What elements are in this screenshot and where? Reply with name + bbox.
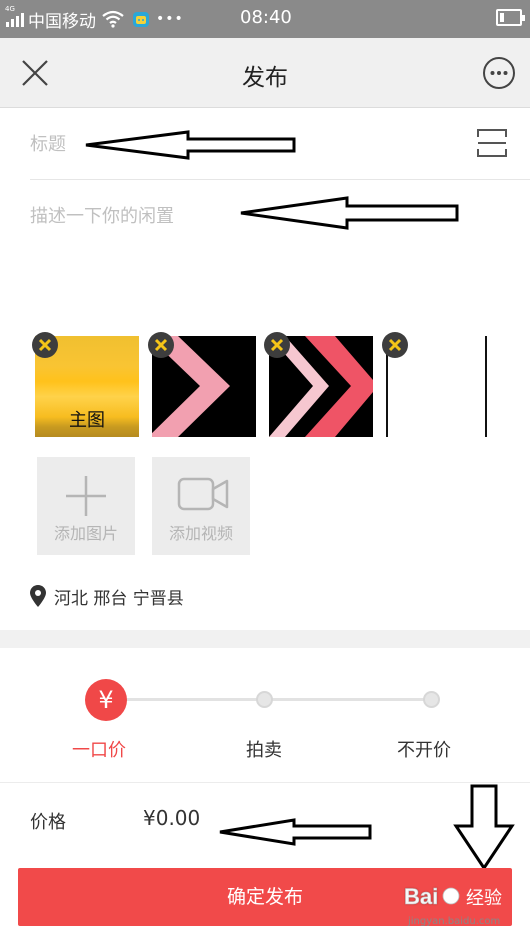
price-type-option-fixed-knob[interactable]: ¥ bbox=[85, 679, 127, 721]
status-bar: 4G 中国移动 ••• 08:40 bbox=[0, 0, 530, 38]
annotation-arrow-description bbox=[240, 196, 459, 230]
app-notification-icon bbox=[133, 12, 149, 27]
more-icon[interactable] bbox=[482, 56, 516, 90]
annotation-arrow-price bbox=[219, 818, 372, 846]
status-bar-left: 4G 中国移动 ••• bbox=[5, 5, 184, 32]
close-icon bbox=[154, 338, 168, 352]
location-text: 河北 邢台 宁晋县 bbox=[54, 588, 184, 609]
divider bbox=[0, 782, 530, 783]
close-icon bbox=[388, 338, 402, 352]
status-time: 08:40 bbox=[240, 7, 292, 28]
price-type-option-auction-knob[interactable] bbox=[256, 691, 273, 708]
annotation-arrow-submit bbox=[453, 784, 515, 871]
publish-page: 4G 中国移动 ••• 08:40 发布 标题 描述一下你的闲置 主图 添加图片… bbox=[0, 0, 530, 942]
annotation-arrow-title bbox=[85, 130, 296, 160]
baidu-logo: Bai bbox=[404, 884, 460, 909]
price-label: 价格 bbox=[30, 812, 66, 833]
close-icon bbox=[270, 338, 284, 352]
add-video-button[interactable]: 添加视频 bbox=[152, 457, 250, 555]
battery-icon bbox=[496, 9, 525, 26]
signal-icon: 4G bbox=[5, 5, 24, 27]
video-camera-icon bbox=[177, 477, 229, 511]
close-icon bbox=[38, 338, 52, 352]
plus-icon bbox=[66, 476, 106, 516]
price-type-option-auction[interactable]: 拍卖 bbox=[246, 736, 282, 762]
add-photo-button[interactable]: 添加图片 bbox=[37, 457, 135, 555]
main-image-label: 主图 bbox=[69, 410, 105, 431]
network-type: 4G bbox=[5, 5, 15, 13]
battery-level bbox=[500, 13, 504, 22]
notification-dots: ••• bbox=[156, 11, 184, 27]
nav-bar: 发布 bbox=[0, 38, 530, 108]
price-type-option-negotiable[interactable]: 不开价 bbox=[397, 736, 451, 762]
add-photo-label: 添加图片 bbox=[53, 524, 118, 543]
wifi-icon bbox=[102, 10, 124, 28]
watermark-url: jingyan.baidu.com bbox=[408, 916, 501, 927]
add-video-label: 添加视频 bbox=[168, 524, 233, 543]
watermark-text: 经验 bbox=[466, 888, 502, 909]
price-input[interactable]: ¥0.00 bbox=[143, 806, 200, 830]
delete-image-button[interactable] bbox=[148, 332, 174, 358]
scan-icon[interactable] bbox=[476, 127, 508, 159]
divider bbox=[30, 179, 530, 180]
delete-image-button[interactable] bbox=[264, 332, 290, 358]
location-selector[interactable]: 河北 邢台 宁晋县 bbox=[30, 585, 184, 609]
delete-image-button[interactable] bbox=[382, 332, 408, 358]
watermark: Bai 经验 jingyan.baidu.com bbox=[404, 882, 524, 934]
delete-image-button[interactable] bbox=[32, 332, 58, 358]
description-input[interactable]: 描述一下你的闲置 bbox=[30, 202, 174, 228]
svg-text:Bai: Bai bbox=[404, 884, 438, 909]
price-type-option-negotiable-knob[interactable] bbox=[423, 691, 440, 708]
section-separator bbox=[0, 630, 530, 648]
price-type-option-fixed[interactable]: 一口价 bbox=[72, 736, 126, 762]
location-pin-icon bbox=[30, 585, 46, 607]
title-input[interactable]: 标题 bbox=[30, 130, 66, 156]
carrier-name: 中国移动 bbox=[28, 11, 96, 32]
page-title: 发布 bbox=[242, 65, 288, 91]
